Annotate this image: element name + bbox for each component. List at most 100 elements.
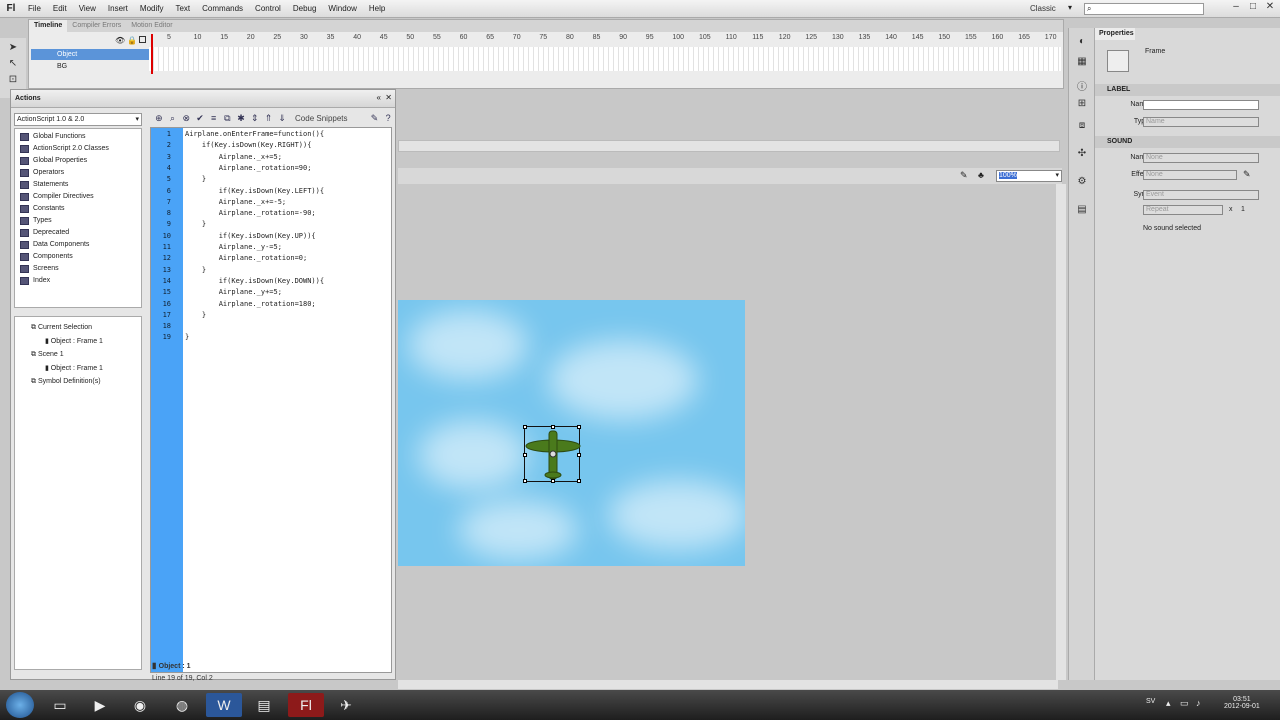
info-panel-icon[interactable]: ⓘ [1074,78,1090,93]
collapse-icon[interactable]: « [377,93,381,102]
word-icon[interactable]: W [206,693,242,717]
lock-icon[interactable]: 🔒 [127,36,137,45]
menu-item[interactable]: Control [249,4,287,13]
effect-select[interactable]: None [1143,170,1237,180]
layer-bg[interactable]: BG [31,61,149,72]
menu-item[interactable]: Help [363,4,391,13]
toolbox-category[interactable]: Statements [17,179,68,191]
eye-icon[interactable]: 👁 [115,36,125,45]
toolbox-category[interactable]: Index [17,275,50,287]
toolbox-category[interactable]: ActionScript 2.0 Classes [17,143,109,155]
menu-item[interactable]: Commands [196,4,249,13]
help-search-input[interactable]: ⌕ [1084,3,1204,15]
add-statement-icon[interactable]: ⊕ [152,112,166,124]
game-icon[interactable]: ✈ [328,693,364,717]
frame-grid[interactable] [149,47,1061,71]
timeline-tab[interactable]: Timeline [29,20,68,32]
toolbox-category[interactable]: Components [17,251,73,263]
menu-item[interactable]: Text [169,4,196,13]
toolbox-category[interactable]: Global Properties [17,155,87,167]
language-indicator[interactable]: SV [1146,698,1155,705]
edit-envelope-icon[interactable]: ✎ [1243,169,1251,180]
wrench-icon[interactable]: ✎ [368,112,382,124]
menu-item[interactable]: Window [322,4,362,13]
menu-item[interactable]: File [22,4,47,13]
panel-close-icon[interactable]: ✕ [385,93,392,102]
sound-name-select[interactable]: None [1143,153,1259,163]
menu-item[interactable]: Debug [287,4,323,13]
navigator-node[interactable]: ⧉ Symbol Definition(s) [31,375,101,388]
stage-horizontal-scrollbar[interactable] [398,680,1058,689]
navigator-node[interactable]: ▮ Object : Frame 1 [45,362,103,375]
auto-format-icon[interactable]: ≡ [207,112,221,124]
monitor-icon[interactable]: ▭ [1180,698,1189,709]
debug-options-icon[interactable]: ✱ [234,112,248,124]
minimize-button[interactable]: – [1228,1,1244,15]
navigator-node[interactable]: ▮ Object : Frame 1 [45,335,103,348]
outline-icon[interactable] [139,36,146,43]
library-panel-icon[interactable]: ▤ [1074,204,1090,218]
menu-item[interactable]: View [73,4,102,13]
media-player-icon[interactable]: ▶ [82,693,118,717]
menu-item[interactable]: Modify [134,4,170,13]
firefox-icon[interactable]: ◍ [164,693,200,717]
workspace-dropdown-icon[interactable]: ▾ [1068,3,1072,12]
sound-section[interactable]: SOUND [1095,136,1280,148]
chrome-icon[interactable]: ◉ [122,693,158,717]
timeline-tab[interactable]: Motion Editor [126,20,177,32]
subselection-tool-icon[interactable]: ↖ [5,58,21,72]
notes-icon[interactable]: ▤ [246,693,282,717]
airplane-symbol[interactable] [523,425,581,483]
explorer-icon[interactable]: ▭ [42,693,78,717]
zoom-select[interactable]: 100% ▾ [996,170,1062,182]
motion-presets-icon[interactable]: ✣ [1074,148,1090,162]
frame-name-input[interactable] [1143,100,1259,110]
tray-arrow-icon[interactable]: ▴ [1166,698,1171,709]
code-hint-icon[interactable]: ⧉ [221,112,235,124]
swatches-panel-icon[interactable]: ▦ [1074,56,1090,70]
volume-icon[interactable]: ♪ [1196,698,1201,708]
sync-select[interactable]: Event [1143,190,1259,200]
toolbox-category[interactable]: Deprecated [17,227,69,239]
edit-scene-icon[interactable]: ♣ [978,170,984,180]
toolbox-category[interactable]: Screens [17,263,59,275]
align-panel-icon[interactable]: ⊞ [1074,98,1090,112]
insert-target-path-icon[interactable]: ⊗ [179,112,193,124]
transform-panel-icon[interactable]: ⧈ [1074,120,1090,134]
maximize-button[interactable]: □ [1245,1,1261,15]
repeat-select[interactable]: Repeat [1143,205,1223,215]
collapse-between-braces-icon[interactable]: ⇕ [248,112,262,124]
workspace-switcher[interactable]: Classic [1030,4,1056,13]
navigator-node[interactable]: ⧉ Scene 1 [31,348,64,361]
code-snippets-button[interactable]: Code Snippets [295,114,360,123]
layer-object[interactable]: Object [31,49,149,60]
components-panel-icon[interactable]: ⚙ [1074,176,1090,190]
stage-canvas[interactable] [398,300,745,566]
flash-icon[interactable]: Fl [288,693,324,717]
help-icon[interactable]: ? [381,112,395,124]
script-tab[interactable]: ▮ Object : 1 [152,661,212,673]
label-type-select[interactable]: Name [1143,117,1259,127]
toolbox-category[interactable]: Constants [17,203,65,215]
repeat-count[interactable]: 1 [1241,206,1245,213]
actionscript-version-select[interactable]: ActionScript 1.0 & 2.0 ▾ [14,113,142,126]
color-panel-icon[interactable]: ◐ [1074,36,1090,50]
timeline-tab[interactable]: Compiler Errors [67,20,126,32]
properties-tab[interactable]: Properties [1095,28,1135,40]
free-transform-tool-icon[interactable]: ⊡ [5,74,21,88]
stage-vertical-scrollbar[interactable] [1056,184,1066,680]
timeline-scrollbar[interactable] [398,140,1060,152]
edit-symbols-icon[interactable]: ✎ [960,170,968,181]
playhead[interactable] [151,34,153,74]
toolbox-category[interactable]: Global Functions [17,131,86,143]
selection-tool-icon[interactable]: ➤ [5,42,21,56]
find-icon[interactable]: ⌕ [166,112,180,124]
label-section[interactable]: LABEL [1095,84,1280,96]
check-syntax-icon[interactable]: ✔ [193,112,207,124]
clock[interactable]: 03:51 2012-09-01 [1224,696,1260,710]
close-button[interactable]: ✕ [1262,1,1278,15]
toolbox-category[interactable]: Types [17,215,52,227]
collapse-selection-icon[interactable]: ⇑ [262,112,276,124]
menu-item[interactable]: Edit [47,4,73,13]
navigator-node[interactable]: ⧉ Current Selection [31,321,92,334]
